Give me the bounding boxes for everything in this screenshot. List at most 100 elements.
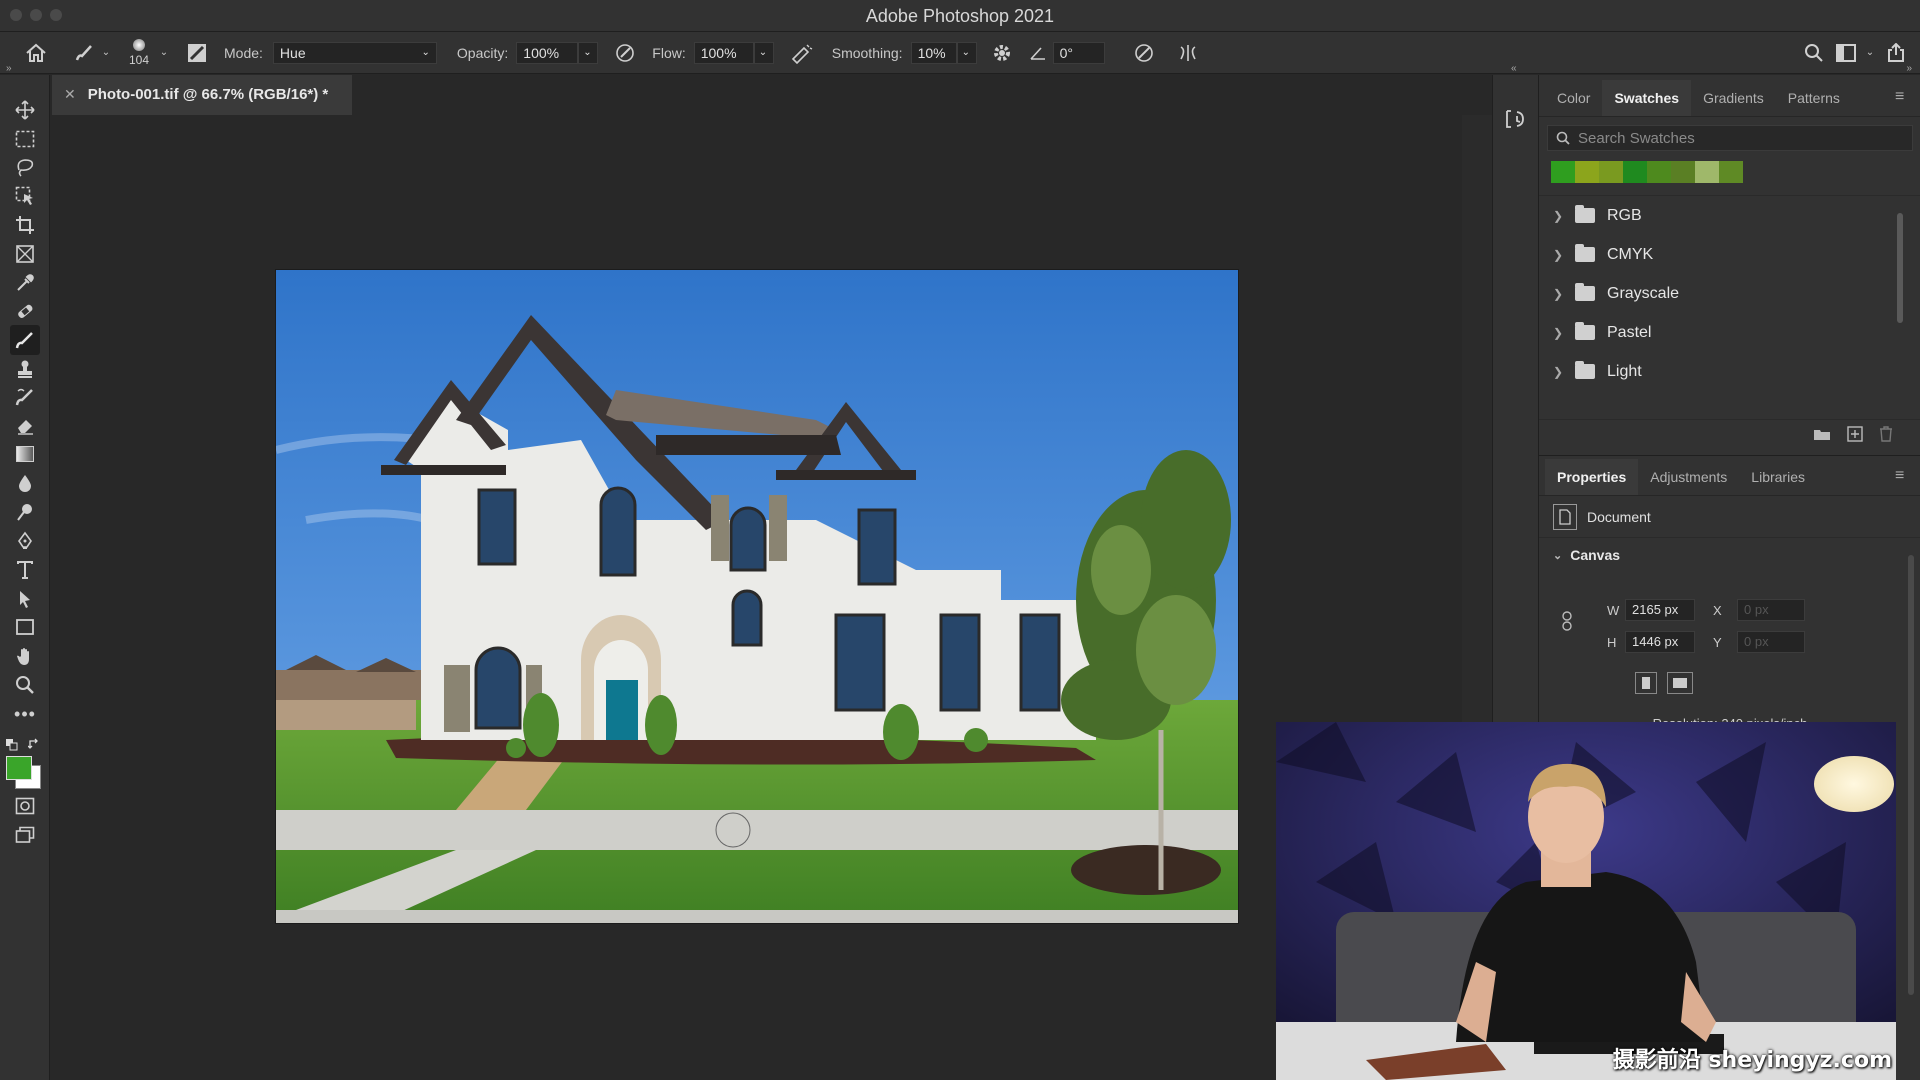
foreground-color-swatch[interactable] [6, 756, 32, 780]
airbrush-icon[interactable] [788, 42, 816, 64]
pressure-opacity-icon[interactable] [612, 42, 638, 64]
swatch-chip[interactable] [1671, 161, 1695, 183]
height-field[interactable]: 1446 px [1625, 631, 1695, 653]
healing-brush-tool-icon[interactable] [10, 296, 40, 326]
symmetry-icon[interactable] [1175, 42, 1201, 64]
tools-panel: » ••• [0, 63, 50, 1080]
opacity-dropdown[interactable]: ⌄ [578, 41, 599, 64]
document-tab[interactable]: ✕ Photo-001.tif @ 66.7% (RGB/16*) * [52, 75, 352, 115]
angle-field[interactable]: 0° [1052, 41, 1105, 64]
stamp-tool-icon[interactable] [10, 354, 40, 384]
swatch-chip[interactable] [1623, 161, 1647, 183]
crop-tool-icon[interactable] [10, 210, 40, 240]
tab-patterns[interactable]: Patterns [1776, 80, 1852, 116]
brush-settings-panel-icon[interactable] [184, 42, 210, 64]
x-field[interactable]: 0 px [1737, 599, 1805, 621]
swap-colors-icon[interactable] [28, 738, 40, 750]
brush-tool-icon[interactable] [10, 325, 40, 355]
dodge-tool-icon[interactable] [10, 497, 40, 527]
width-row: W 2165 px X 0 px [1607, 599, 1805, 621]
eyedropper-tool-icon[interactable] [10, 268, 40, 298]
swatch-folder-grayscale[interactable]: ❯ Grayscale [1539, 274, 1920, 313]
new-swatch-icon[interactable] [1847, 425, 1863, 442]
properties-scrollbar[interactable] [1908, 555, 1914, 995]
expand-panel-icon[interactable]: » [1906, 63, 1912, 74]
swatch-folder-cmyk[interactable]: ❯ CMYK [1539, 235, 1920, 274]
swatch-chip[interactable] [1599, 161, 1623, 183]
chevron-down-icon: ⌄ [1553, 549, 1563, 562]
tab-swatches[interactable]: Swatches [1602, 80, 1692, 116]
expand-panel-icon[interactable]: » [6, 63, 12, 74]
workspace-icon[interactable] [1830, 43, 1862, 62]
width-field[interactable]: 2165 px [1625, 599, 1695, 621]
screen-mode-icon[interactable] [10, 820, 40, 850]
frame-tool-icon[interactable] [10, 239, 40, 269]
swatch-chip[interactable] [1575, 161, 1599, 183]
tab-libraries[interactable]: Libraries [1739, 459, 1817, 495]
y-field[interactable]: 0 px [1737, 631, 1805, 653]
swatches-scrollbar[interactable] [1897, 213, 1903, 323]
folder-label: CMYK [1607, 245, 1654, 263]
marquee-tool-icon[interactable] [10, 124, 40, 154]
type-tool-icon[interactable] [10, 555, 40, 585]
portrait-icon[interactable] [1635, 672, 1657, 694]
smoothing-dropdown[interactable]: ⌄ [956, 41, 977, 64]
swatch-folder-pastel[interactable]: ❯ Pastel [1539, 313, 1920, 352]
panel-menu-icon[interactable]: ≡ [1895, 80, 1920, 116]
document-image[interactable] [276, 270, 1238, 923]
mode-select[interactable]: Hue ⌄ [272, 41, 437, 64]
move-tool-icon[interactable] [10, 95, 40, 125]
swatch-chip[interactable] [1647, 161, 1671, 183]
eraser-tool-icon[interactable] [10, 411, 40, 441]
link-dimensions-icon[interactable] [1561, 611, 1573, 631]
options-bar: ⌄ 104 ⌄ Mode: Hue ⌄ Opacity: 100% ⌄ Flow:… [0, 32, 1920, 74]
canvas-section-header[interactable]: ⌄ Canvas [1539, 538, 1920, 572]
canvas-area[interactable] [52, 115, 1462, 1080]
object-select-tool-icon[interactable] [10, 181, 40, 211]
quick-mask-icon[interactable] [10, 791, 40, 821]
more-tools-icon[interactable]: ••• [10, 699, 40, 729]
swatch-chip[interactable] [1551, 161, 1575, 183]
new-group-icon[interactable] [1813, 427, 1831, 441]
tab-adjustments[interactable]: Adjustments [1638, 459, 1739, 495]
search-swatches-input[interactable]: Search Swatches [1547, 125, 1913, 151]
swatch-folder-rgb[interactable]: ❯ RGB [1539, 196, 1920, 235]
hand-tool-icon[interactable] [10, 641, 40, 671]
chevron-down-icon[interactable]: ⌄ [156, 47, 172, 58]
pen-tool-icon[interactable] [10, 526, 40, 556]
lasso-tool-icon[interactable] [10, 152, 40, 182]
default-colors-icon[interactable] [6, 739, 18, 751]
tab-properties[interactable]: Properties [1545, 459, 1639, 495]
gear-icon[interactable] [989, 43, 1015, 63]
tab-color[interactable]: Color [1545, 80, 1602, 116]
chevron-down-icon[interactable]: ⌄ [1862, 47, 1878, 58]
height-label: H [1607, 634, 1617, 650]
smoothing-field[interactable]: 10% [910, 41, 957, 64]
tab-gradients[interactable]: Gradients [1691, 80, 1776, 116]
pressure-size-icon[interactable] [1131, 42, 1157, 64]
search-icon[interactable] [1798, 43, 1830, 63]
brush-preset-icon[interactable] [70, 42, 98, 64]
share-icon[interactable] [1878, 42, 1914, 63]
opacity-field[interactable]: 100% [516, 41, 579, 64]
brush-size-preview[interactable]: 104 [126, 38, 152, 67]
trash-icon[interactable] [1879, 425, 1893, 442]
path-select-tool-icon[interactable] [10, 584, 40, 614]
swatch-chip[interactable] [1719, 161, 1743, 183]
collapse-panels-icon[interactable]: « [1511, 63, 1517, 74]
swatch-folder-light[interactable]: ❯ Light [1539, 352, 1920, 391]
flow-dropdown[interactable]: ⌄ [753, 41, 774, 64]
chevron-down-icon[interactable]: ⌄ [98, 47, 114, 58]
swatch-chip[interactable] [1695, 161, 1719, 183]
landscape-icon[interactable] [1667, 672, 1693, 694]
panel-menu-icon[interactable]: ≡ [1895, 459, 1920, 495]
rectangle-tool-icon[interactable] [10, 612, 40, 642]
close-tab-icon[interactable]: ✕ [64, 86, 76, 103]
history-brush-tool-icon[interactable] [10, 382, 40, 412]
gradient-tool-icon[interactable] [10, 439, 40, 469]
flow-field[interactable]: 100% [693, 41, 754, 64]
home-icon[interactable] [16, 43, 56, 63]
blur-tool-icon[interactable] [10, 468, 40, 498]
history-panel-icon[interactable] [1503, 107, 1527, 131]
zoom-tool-icon[interactable] [10, 670, 40, 700]
